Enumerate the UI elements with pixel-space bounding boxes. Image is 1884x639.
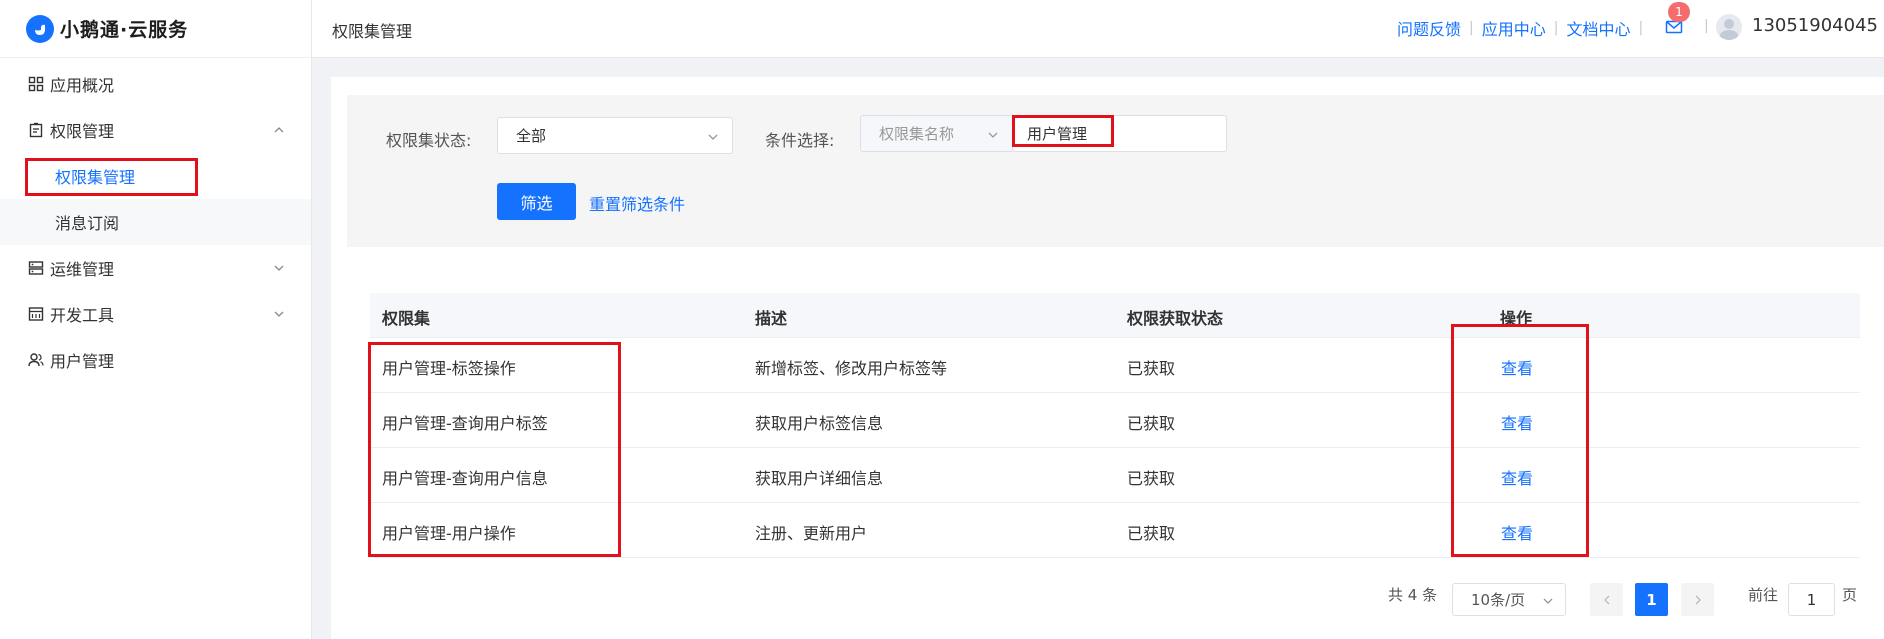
docs-center-link[interactable]: 文档中心: [1566, 16, 1630, 40]
goto-page-input[interactable]: 1: [1788, 583, 1835, 616]
header-links: 问题反馈 | 应用中心 | 文档中心 |: [1397, 16, 1651, 40]
logo-text: 小鹅通·云服务: [60, 19, 189, 41]
status-select-value: 全部: [516, 127, 547, 145]
logo-icon: [26, 14, 54, 43]
table-row: 用户管理-查询用户信息 获取用户详细信息 已获取 查看: [370, 448, 1860, 503]
goto-label: 前往: [1748, 586, 1779, 604]
cell-description: 新增标签、修改用户标签等: [755, 359, 948, 378]
column-header-action: 操作: [1500, 309, 1533, 328]
pagination-total: 共 4 条: [1388, 586, 1438, 604]
condition-filter-label: 条件选择:: [765, 131, 835, 150]
top-header: 权限集管理 问题反馈 | 应用中心 | 文档中心 | 1 | 130519040…: [312, 0, 1884, 58]
chevron-up-icon: [274, 127, 284, 133]
status-filter-label: 权限集状态:: [386, 131, 472, 150]
cell-description: 注册、更新用户: [755, 524, 868, 543]
table-row: 用户管理-标签操作 新增标签、修改用户标签等 已获取 查看: [370, 338, 1860, 393]
sidebar-item-label: 应用概况: [50, 76, 115, 95]
view-link[interactable]: 查看: [1501, 355, 1533, 379]
page-size-value: 10条/页: [1471, 591, 1526, 609]
next-page-button[interactable]: [1681, 583, 1714, 616]
divider: |: [1704, 18, 1709, 34]
cell-status: 已获取: [1127, 469, 1176, 488]
status-select[interactable]: 全部: [497, 117, 733, 154]
app-logo[interactable]: 小鹅通·云服务: [0, 0, 311, 58]
sidebar: 小鹅通·云服务 应用概况 权限管理 权限集管理 消息订阅 运维管理 开发工具 用…: [0, 0, 312, 639]
cell-permission-set: 用户管理-标签操作: [382, 359, 516, 378]
page-title: 权限集管理: [332, 22, 413, 41]
avatar[interactable]: [1716, 14, 1742, 40]
sidebar-item-label: 用户管理: [50, 352, 115, 371]
divider: |: [1553, 20, 1559, 36]
sidebar-item-label: 消息订阅: [55, 214, 120, 233]
cell-permission-set: 用户管理-用户操作: [382, 524, 516, 543]
chevron-down-icon: [1543, 598, 1553, 604]
condition-field-select[interactable]: 权限集名称: [860, 115, 1013, 152]
reset-filter-link[interactable]: 重置筛选条件: [589, 191, 685, 215]
sidebar-item-label: 运维管理: [50, 260, 115, 279]
code-window-icon: [28, 307, 44, 321]
cell-permission-set: 用户管理-查询用户标签: [382, 414, 548, 433]
sidebar-item-permission-sets[interactable]: 权限集管理: [0, 153, 311, 199]
app-center-link[interactable]: 应用中心: [1482, 16, 1546, 40]
view-link[interactable]: 查看: [1501, 410, 1533, 434]
cell-status: 已获取: [1127, 524, 1176, 543]
column-header-permission-set: 权限集: [382, 309, 431, 328]
page-size-select[interactable]: 10条/页: [1452, 583, 1566, 616]
page-suffix: 页: [1842, 586, 1858, 604]
prev-page-button[interactable]: [1590, 583, 1623, 616]
condition-value-input[interactable]: 用户管理: [1012, 115, 1227, 152]
cell-permission-set: 用户管理-查询用户信息: [382, 469, 548, 488]
sidebar-item-user-management[interactable]: 用户管理: [0, 337, 311, 383]
sidebar-item-app-overview[interactable]: 应用概况: [0, 61, 311, 107]
view-link[interactable]: 查看: [1501, 520, 1533, 544]
chevron-down-icon: [988, 132, 998, 138]
column-header-status: 权限获取状态: [1127, 309, 1224, 328]
cell-description: 获取用户详细信息: [755, 469, 884, 488]
sidebar-item-message-subscription[interactable]: 消息订阅: [0, 199, 311, 245]
sidebar-item-dev-tools[interactable]: 开发工具: [0, 291, 311, 337]
filter-button[interactable]: 筛选: [497, 183, 576, 220]
column-header-description: 描述: [755, 309, 788, 328]
cell-status: 已获取: [1127, 414, 1176, 433]
feedback-link[interactable]: 问题反馈: [1397, 16, 1461, 40]
divider: |: [1469, 20, 1474, 36]
clipboard-icon: [29, 122, 43, 138]
cell-status: 已获取: [1127, 359, 1176, 378]
cell-description: 获取用户标签信息: [755, 414, 884, 433]
divider: |: [1638, 20, 1644, 36]
sidebar-item-operations[interactable]: 运维管理: [0, 245, 311, 291]
chevron-down-icon: [274, 265, 284, 271]
sidebar-item-label: 开发工具: [50, 306, 115, 325]
notification-badge: 1: [1668, 2, 1690, 22]
chevron-down-icon: [708, 134, 718, 140]
page-number-current[interactable]: 1: [1635, 583, 1668, 616]
server-icon: [28, 261, 44, 275]
chevron-down-icon: [274, 311, 284, 317]
grid-icon: [28, 76, 44, 92]
user-avatar-icon: [1719, 19, 1739, 40]
sidebar-item-label: 权限管理: [50, 122, 115, 141]
sidebar-item-label: 权限集管理: [55, 168, 136, 187]
chevron-left-icon: [1603, 595, 1609, 604]
table-row: 用户管理-查询用户标签 获取用户标签信息 已获取 查看: [370, 393, 1860, 448]
sidebar-item-permission-management[interactable]: 权限管理: [0, 107, 311, 153]
table-row: 用户管理-用户操作 注册、更新用户 已获取 查看: [370, 503, 1860, 558]
condition-input-value: 用户管理: [1027, 125, 1088, 143]
view-link[interactable]: 查看: [1501, 465, 1533, 489]
chevron-right-icon: [1695, 595, 1701, 604]
user-name[interactable]: 13051904045: [1752, 15, 1878, 36]
condition-field-value: 权限集名称: [879, 125, 955, 143]
table-header: 权限集 描述 权限获取状态 操作: [370, 293, 1860, 338]
users-icon: [28, 353, 44, 367]
